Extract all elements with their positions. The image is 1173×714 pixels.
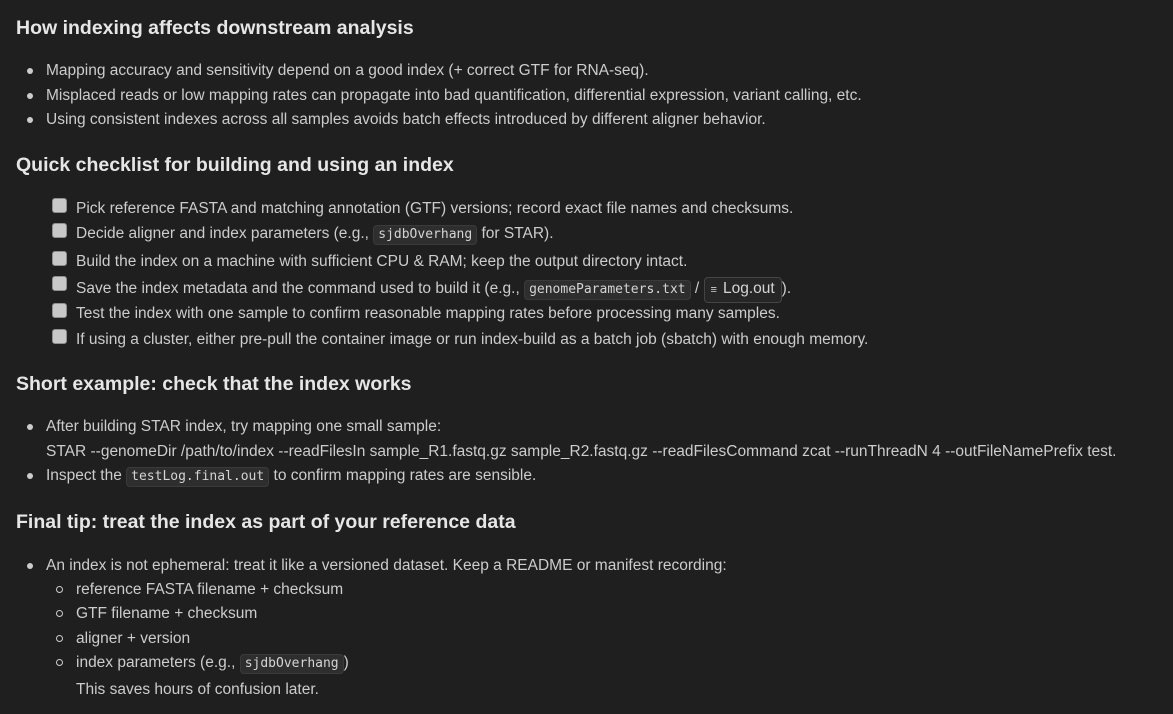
inline-code: sjdbOverhang	[239, 654, 344, 674]
checklist-text: ).	[781, 280, 792, 297]
sub-bullet	[56, 635, 63, 642]
bullet	[27, 424, 33, 430]
checklist-item: Decide aligner and index parameters (e.g…	[76, 224, 554, 245]
list-item: Inspect the testLog.final.out to confirm…	[46, 466, 536, 487]
checklist-item: Build the index on a machine with suffic…	[76, 253, 688, 270]
inline-code: testLog.final.out	[126, 467, 270, 487]
heading-checklist: Quick checklist for building and using a…	[16, 154, 454, 176]
sub-list-item: aligner + version	[76, 630, 191, 647]
checklist-item: Save the index metadata and the command …	[76, 277, 791, 303]
sub-list-item: reference FASTA filename + checksum	[76, 581, 344, 598]
file-lines-icon: ≡	[710, 284, 717, 296]
list-text: index parameters (e.g.,	[76, 654, 240, 671]
bullet	[27, 93, 33, 99]
list-item: Mapping accuracy and sensitivity depend …	[46, 62, 649, 79]
sub-bullet	[56, 610, 63, 617]
list-item: An index is not ephemeral: treat it like…	[46, 557, 727, 574]
checklist-checkbox[interactable]	[52, 223, 67, 238]
bullet	[27, 68, 33, 74]
inline-code: genomeParameters.txt	[524, 280, 691, 300]
checklist-checkbox[interactable]	[52, 303, 67, 318]
heading-downstream: How indexing affects downstream analysis	[16, 17, 414, 39]
list-text: )	[343, 654, 349, 671]
checklist-text: /	[690, 280, 704, 297]
checklist-text: Decide aligner and index parameters (e.g…	[76, 225, 374, 242]
checklist-checkbox[interactable]	[52, 251, 67, 266]
list-item: After building STAR index, try mapping o…	[46, 418, 442, 435]
list-text: to confirm mapping rates are sensible.	[269, 467, 537, 484]
checklist-item: Test the index with one sample to confir…	[76, 305, 780, 322]
sub-list-item: GTF filename + checksum	[76, 605, 258, 622]
checklist-text: Save the index metadata and the command …	[76, 280, 525, 297]
checklist-checkbox[interactable]	[52, 329, 67, 344]
bullet	[27, 117, 33, 123]
heading-final-tip: Final tip: treat the index as part of yo…	[16, 511, 516, 533]
command-line: STAR --genomeDir /path/to/index --readFi…	[46, 443, 1117, 460]
inline-code: sjdbOverhang	[373, 225, 478, 245]
list-item: Misplaced reads or low mapping rates can…	[46, 87, 862, 104]
checklist-checkbox[interactable]	[52, 276, 67, 291]
sub-bullet	[56, 659, 63, 666]
sub-bullet	[56, 586, 63, 593]
bullet	[27, 563, 33, 569]
heading-example: Short example: check that the index work…	[16, 373, 412, 395]
checklist-text: for STAR).	[477, 225, 554, 242]
checklist-item: Pick reference FASTA and matching annota…	[76, 200, 794, 217]
sub-list-item: index parameters (e.g., sjdbOverhang)	[76, 653, 349, 674]
file-link-chip[interactable]: ≡ Log.out	[703, 277, 782, 303]
list-text: Inspect the	[46, 467, 127, 484]
list-item: Using consistent indexes across all samp…	[46, 111, 766, 128]
closing-note: This saves hours of confusion later.	[76, 681, 319, 698]
file-link-label: Log.out	[722, 280, 775, 297]
checklist-item: If using a cluster, either pre-pull the …	[76, 331, 869, 348]
checklist-checkbox[interactable]	[52, 198, 67, 213]
bullet	[27, 473, 33, 479]
